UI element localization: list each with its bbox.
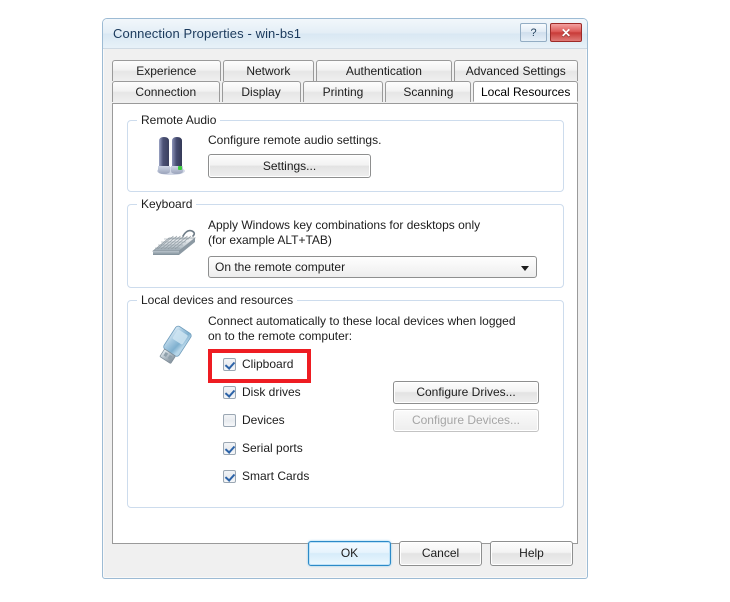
checkbox-smart-cards-box[interactable] — [223, 469, 236, 483]
help-button[interactable]: Help — [490, 541, 573, 566]
title-bar-buttons: ? ✕ — [520, 23, 582, 42]
local-devices-description-line2: on to the remote computer: — [208, 329, 353, 343]
checkbox-clipboard-box[interactable] — [223, 357, 236, 371]
checkbox-devices[interactable]: Devices — [223, 413, 285, 427]
checkbox-clipboard-label: Clipboard — [242, 357, 294, 371]
close-icon[interactable]: ✕ — [550, 23, 582, 42]
chevron-down-icon — [521, 266, 529, 271]
tab-experience[interactable]: Experience — [112, 60, 221, 81]
tab-advanced-settings[interactable]: Advanced Settings — [453, 60, 578, 81]
local-devices-legend: Local devices and resources — [137, 293, 298, 307]
checkbox-disk-drives-label: Disk drives — [242, 385, 301, 399]
remote-audio-description: Configure remote audio settings. — [208, 133, 382, 147]
keyboard-description-line1: Apply Windows key combinations for deskt… — [208, 218, 481, 232]
tab-row-lower: Connection Display Printing Scanning Loc… — [112, 81, 578, 102]
ok-button[interactable]: OK — [308, 541, 391, 566]
cancel-button[interactable]: Cancel — [399, 541, 482, 566]
window-title: Connection Properties - win-bs1 — [113, 26, 302, 41]
connection-properties-dialog: Connection Properties - win-bs1 ? ✕ Expe… — [102, 18, 588, 579]
checkbox-devices-label: Devices — [242, 413, 285, 427]
checkbox-smart-cards-label: Smart Cards — [242, 469, 310, 483]
tab-printing[interactable]: Printing — [302, 81, 384, 102]
tab-row-upper: Experience Network Authentication Advanc… — [112, 60, 578, 81]
help-icon[interactable]: ? — [520, 23, 547, 42]
title-bar: Connection Properties - win-bs1 ? ✕ — [103, 19, 587, 49]
tab-authentication[interactable]: Authentication — [316, 60, 452, 81]
tab-panel-local-resources: Remote Audio Configure remote audio sett… — [112, 103, 578, 544]
keyboard-description-line2: (for example ALT+TAB) — [208, 233, 332, 247]
checkbox-clipboard[interactable]: Clipboard — [223, 357, 293, 371]
local-devices-group: Local devices and resources Connect auto… — [127, 293, 564, 508]
checkbox-disk-drives-box[interactable] — [223, 385, 236, 399]
checkbox-disk-drives[interactable]: Disk drives — [223, 385, 301, 399]
checkbox-smart-cards[interactable]: Smart Cards — [223, 469, 309, 483]
tab-network[interactable]: Network — [222, 60, 315, 81]
audio-settings-button[interactable]: Settings... — [208, 154, 371, 178]
screenshot-root: Connection Properties - win-bs1 ? ✕ Expe… — [0, 0, 730, 602]
keyboard-icon — [150, 223, 198, 268]
keyboard-group: Keyboard Apply Windows key combinations … — [127, 197, 564, 288]
dialog-footer: OK Cancel Help — [103, 532, 587, 578]
tab-local-resources[interactable]: Local Resources — [473, 81, 578, 102]
remote-audio-group: Remote Audio Configure remote audio sett… — [127, 113, 564, 192]
tab-strip: Experience Network Authentication Advanc… — [112, 60, 578, 104]
configure-devices-button: Configure Devices... — [393, 409, 539, 432]
windows-key-combo-select[interactable]: On the remote computer — [208, 256, 537, 278]
configure-drives-button[interactable]: Configure Drives... — [393, 381, 539, 404]
checkbox-devices-box[interactable] — [223, 413, 236, 427]
local-devices-description-line1: Connect automatically to these local dev… — [208, 314, 516, 328]
speakers-icon — [150, 133, 192, 182]
tab-connection[interactable]: Connection — [112, 81, 220, 102]
checkbox-serial-ports-box[interactable] — [223, 441, 236, 455]
checkbox-serial-ports-label: Serial ports — [242, 441, 303, 455]
tab-display[interactable]: Display — [221, 81, 301, 102]
checkbox-serial-ports[interactable]: Serial ports — [223, 441, 303, 455]
windows-key-combo-value: On the remote computer — [215, 260, 346, 274]
keyboard-legend: Keyboard — [137, 197, 197, 211]
tab-scanning[interactable]: Scanning — [385, 81, 472, 102]
remote-audio-legend: Remote Audio — [137, 113, 221, 127]
usb-drive-icon — [152, 321, 198, 374]
